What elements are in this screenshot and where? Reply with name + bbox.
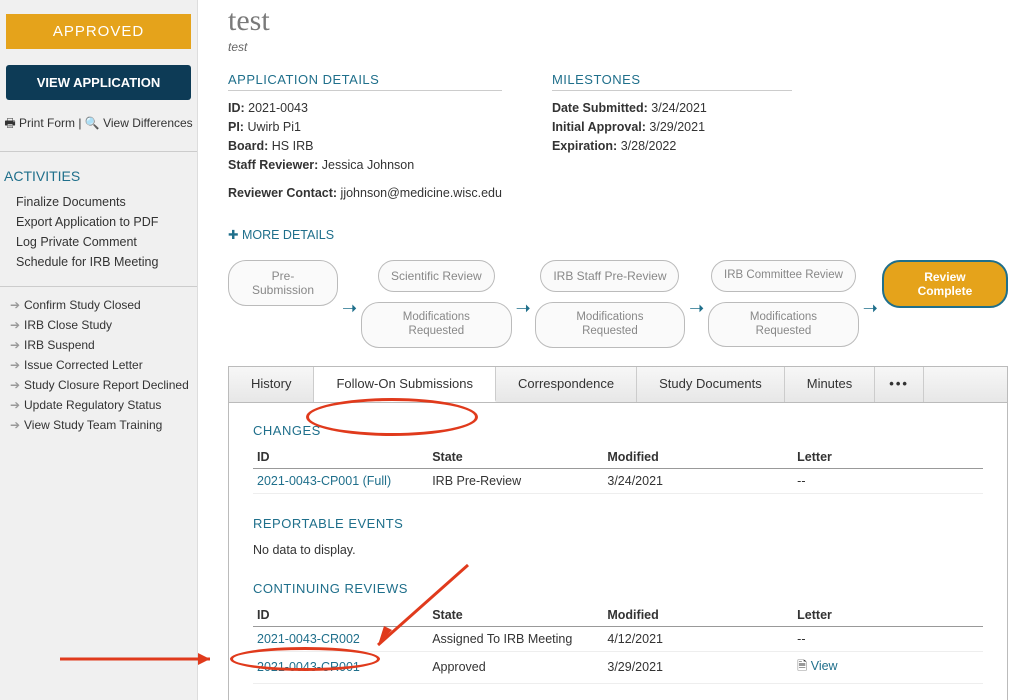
workflow-mods-node: Modifications Requested <box>535 302 685 348</box>
activity-item[interactable]: ➔IRB Suspend <box>10 335 189 355</box>
col-id[interactable]: ID <box>253 446 428 469</box>
page-title: test <box>228 4 1008 38</box>
col-letter[interactable]: Letter <box>793 604 983 627</box>
changes-table: ID State Modified Letter 2021-0043-CP001… <box>253 446 983 494</box>
table-row: 2021-0043-CP001 (Full) IRB Pre-Review 3/… <box>253 468 983 493</box>
workflow-node-active: Review Complete <box>882 260 1008 308</box>
reviewer-contact: jjohnson@medicine.wisc.edu <box>341 186 502 200</box>
activity-item[interactable]: Schedule for IRB Meeting <box>16 252 189 272</box>
arrow-right-icon: ➝ <box>863 298 878 319</box>
app-id: 2021-0043 <box>248 101 308 115</box>
search-icon: 🔍 <box>85 116 103 130</box>
view-application-button[interactable]: VIEW APPLICATION <box>6 65 191 100</box>
no-data-text: No data to display. <box>253 539 983 559</box>
workflow-node: Scientific Review <box>378 260 495 292</box>
activity-item[interactable]: Export Application to PDF <box>16 212 189 232</box>
arrow-right-icon: ➔ <box>10 358 24 372</box>
arrow-right-icon: ➔ <box>10 378 24 392</box>
workflow-node: IRB Committee Review <box>711 260 856 292</box>
sidebar: APPROVED VIEW APPLICATION 🖶 Print Form |… <box>0 0 198 700</box>
change-id-link[interactable]: 2021-0043-CP001 (Full) <box>257 474 391 488</box>
app-board: HS IRB <box>272 139 314 153</box>
continuing-heading: CONTINUING REVIEWS <box>253 581 983 596</box>
primary-activities-list: Finalize Documents Export Application to… <box>0 192 197 282</box>
view-differences-link[interactable]: View Differences <box>103 116 193 130</box>
milestones: MILESTONES Date Submitted: 3/24/2021 Ini… <box>552 72 792 205</box>
col-letter[interactable]: Letter <box>793 446 983 469</box>
tab-strip: History Follow-On Submissions Correspond… <box>228 366 1008 403</box>
activity-item[interactable]: Finalize Documents <box>16 192 189 212</box>
tab-history[interactable]: History <box>229 367 314 402</box>
date-submitted: 3/24/2021 <box>651 101 707 115</box>
activity-item[interactable]: ➔Confirm Study Closed <box>10 295 189 315</box>
activity-item[interactable]: ➔Issue Corrected Letter <box>10 355 189 375</box>
print-icon: 🖶 <box>4 116 19 130</box>
table-row: 2021-0043-CR002 Assigned To IRB Meeting … <box>253 626 983 651</box>
cr-id-link[interactable]: 2021-0043-CR002 <box>257 632 360 646</box>
section-heading: APPLICATION DETAILS <box>228 72 502 91</box>
secondary-activities-list: ➔Confirm Study Closed ➔IRB Close Study ➔… <box>0 286 197 435</box>
activities-heading: ACTIVITIES <box>0 162 197 192</box>
activity-item[interactable]: ➔Study Closure Report Declined <box>10 375 189 395</box>
tab-study-documents[interactable]: Study Documents <box>637 367 785 402</box>
arrow-right-icon: ➝ <box>689 298 704 319</box>
cr-id-link[interactable]: 2021-0043-CR001 <box>257 660 360 674</box>
page-subtitle: test <box>228 40 1008 54</box>
divider <box>0 151 197 152</box>
more-details-toggle[interactable]: ✚ MORE DETAILS <box>228 227 334 242</box>
workflow-diagram: Pre-Submission ➝ Scientific Review Modif… <box>228 260 1008 348</box>
document-icon: 🗎 <box>797 659 807 673</box>
tab-more[interactable]: ••• <box>875 367 924 402</box>
col-modified[interactable]: Modified <box>603 446 793 469</box>
arrow-right-icon: ➔ <box>10 338 24 352</box>
activity-item[interactable]: ➔Update Regulatory Status <box>10 395 189 415</box>
initial-approval: 3/29/2021 <box>649 120 705 134</box>
col-modified[interactable]: Modified <box>603 604 793 627</box>
col-state[interactable]: State <box>428 446 603 469</box>
arrow-right-icon: ➔ <box>10 318 24 332</box>
plus-icon: ✚ <box>228 228 242 242</box>
col-id[interactable]: ID <box>253 604 428 627</box>
activity-item[interactable]: Log Private Comment <box>16 232 189 252</box>
status-badge: APPROVED <box>6 14 191 49</box>
app-pi: Uwirb Pi1 <box>247 120 301 134</box>
reportable-heading: REPORTABLE EVENTS <box>253 516 983 531</box>
tab-correspondence[interactable]: Correspondence <box>496 367 637 402</box>
arrow-right-icon: ➝ <box>516 298 531 319</box>
table-row: 2021-0043-CR001 Approved 3/29/2021 🗎 Vie… <box>253 651 983 683</box>
activity-item[interactable]: ➔View Study Team Training <box>10 415 189 435</box>
arrow-right-icon: ➝ <box>342 298 357 319</box>
workflow-node: IRB Staff Pre-Review <box>540 260 679 292</box>
main-content: test test APPLICATION DETAILS ID: 2021-0… <box>198 0 1024 700</box>
workflow-mods-node: Modifications Requested <box>708 302 858 348</box>
view-letter-link[interactable]: View <box>811 659 838 673</box>
print-form-link[interactable]: Print Form <box>19 116 75 130</box>
continuing-table: ID State Modified Letter 2021-0043-CR002… <box>253 604 983 684</box>
expiration: 3/28/2022 <box>621 139 677 153</box>
section-heading: MILESTONES <box>552 72 792 91</box>
print-row: 🖶 Print Form | 🔍 View Differences <box>0 110 197 147</box>
arrow-right-icon: ➔ <box>10 398 24 412</box>
workflow-mods-node: Modifications Requested <box>361 302 511 348</box>
activity-item[interactable]: ➔IRB Close Study <box>10 315 189 335</box>
tab-minutes[interactable]: Minutes <box>785 367 876 402</box>
tab-content: CHANGES ID State Modified Letter 2021-00… <box>228 403 1008 700</box>
arrow-right-icon: ➔ <box>10 418 24 432</box>
col-state[interactable]: State <box>428 604 603 627</box>
tab-follow-on-submissions[interactable]: Follow-On Submissions <box>314 367 496 402</box>
application-details: APPLICATION DETAILS ID: 2021-0043 PI: Uw… <box>228 72 502 205</box>
changes-heading: CHANGES <box>253 423 983 438</box>
arrow-right-icon: ➔ <box>10 298 24 312</box>
workflow-node: Pre-Submission <box>228 260 338 306</box>
app-reviewer: Jessica Johnson <box>322 158 414 172</box>
